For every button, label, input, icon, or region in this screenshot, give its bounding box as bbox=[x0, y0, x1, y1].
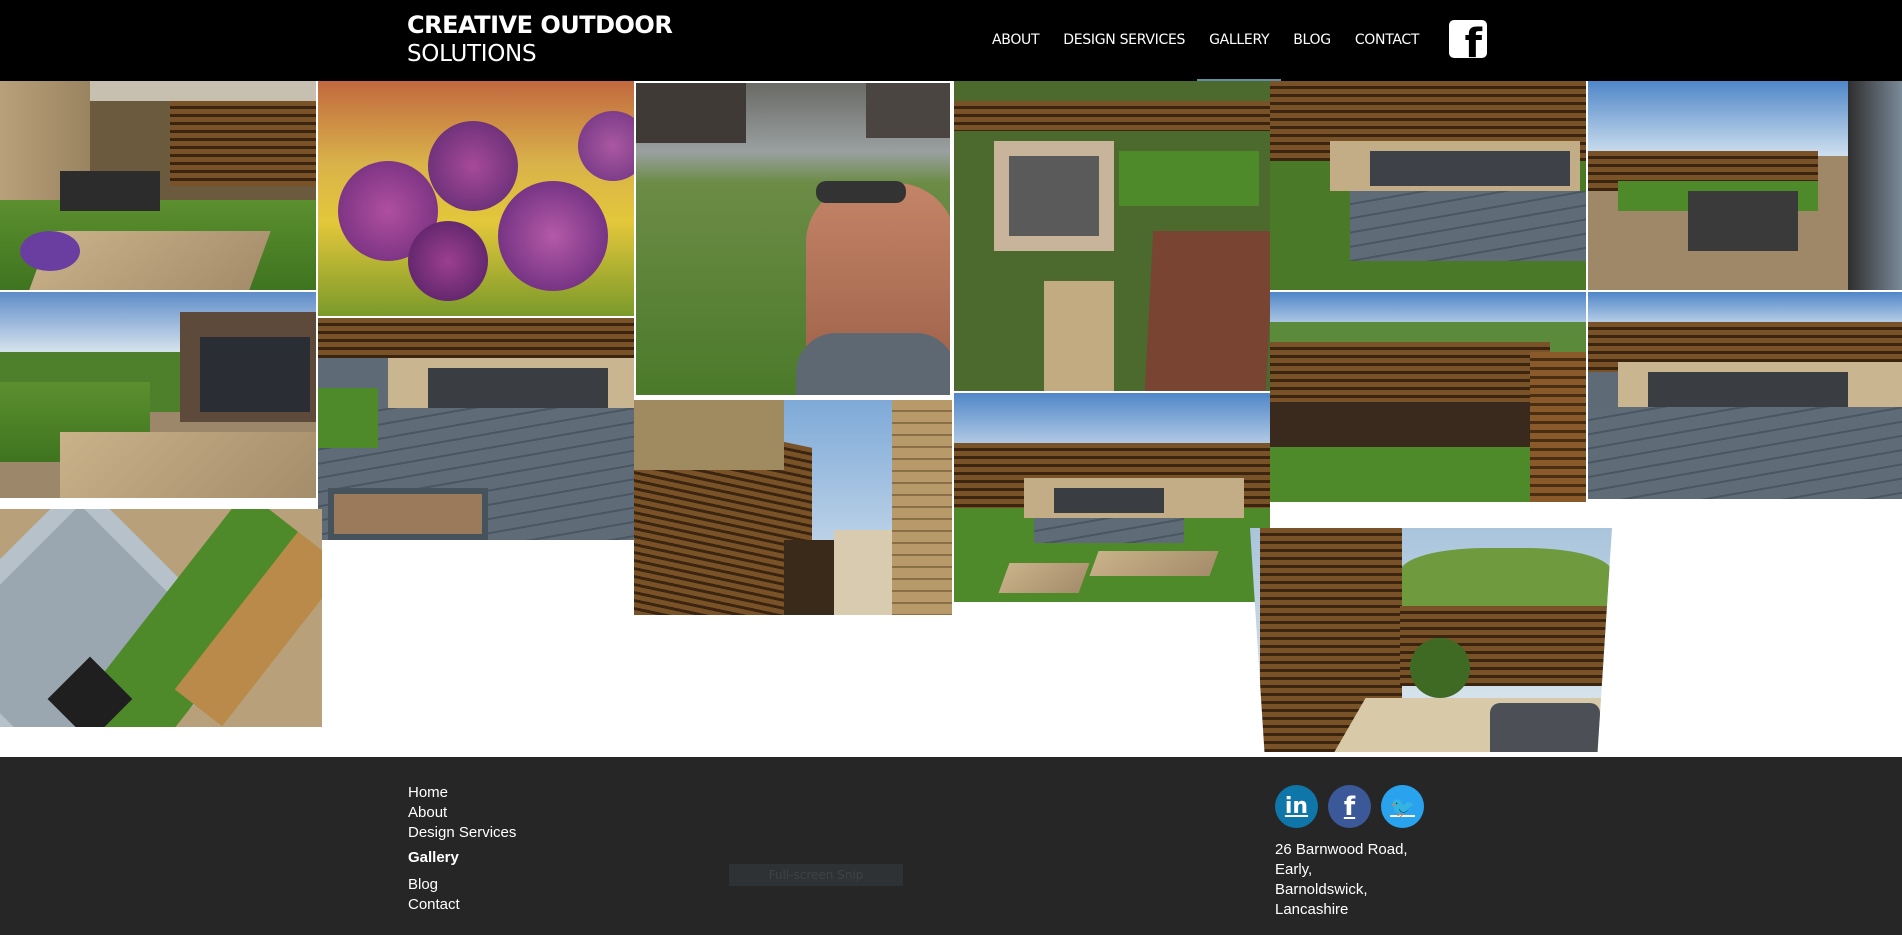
footer-link-blog[interactable]: Blog bbox=[408, 875, 516, 895]
site-footer: Home About Design Services Gallery Blog … bbox=[0, 757, 1902, 935]
gallery-photo[interactable] bbox=[1270, 292, 1586, 502]
address-line: Barnoldswick, bbox=[1275, 881, 1368, 898]
site-logo[interactable]: CREATIVE OUTDOOR SOLUTIONS bbox=[407, 11, 673, 69]
address-line: Early, bbox=[1275, 861, 1313, 878]
gallery-photo[interactable] bbox=[634, 81, 952, 397]
footer-link-gallery[interactable]: Gallery bbox=[408, 848, 516, 868]
footer-link-about[interactable]: About bbox=[408, 803, 516, 823]
linkedin-icon[interactable]: in bbox=[1275, 785, 1318, 828]
nav-about[interactable]: ABOUT bbox=[980, 0, 1051, 81]
gallery-photo[interactable] bbox=[0, 509, 322, 727]
footer-link-contact[interactable]: Contact bbox=[408, 895, 516, 915]
gallery-photo[interactable] bbox=[0, 81, 316, 290]
footer-link-home[interactable]: Home bbox=[408, 783, 516, 803]
nav-design-services[interactable]: DESIGN SERVICES bbox=[1051, 0, 1197, 81]
address-line: 26 Barnwood Road, bbox=[1275, 841, 1408, 858]
gallery-photo[interactable] bbox=[634, 400, 952, 615]
gallery-photo[interactable] bbox=[1250, 528, 1612, 752]
address: 26 Barnwood Road, Early, Barnoldswick, L… bbox=[1275, 840, 1408, 920]
full-screen-snip-overlay[interactable]: Full-screen Snip bbox=[729, 864, 903, 886]
photo-gallery bbox=[0, 0, 1902, 757]
facebook-icon[interactable]: f bbox=[1328, 785, 1371, 828]
gallery-photo[interactable] bbox=[1588, 81, 1902, 290]
logo-line-2: SOLUTIONS bbox=[407, 41, 537, 67]
address-line: Lancashire bbox=[1275, 901, 1349, 918]
nav-contact[interactable]: CONTACT bbox=[1343, 0, 1431, 81]
footer-nav: Home About Design Services Gallery Blog … bbox=[408, 783, 516, 915]
gallery-photo[interactable] bbox=[318, 81, 634, 316]
gallery-photo[interactable] bbox=[954, 81, 1270, 391]
gallery-photo[interactable] bbox=[954, 393, 1270, 602]
gallery-photo[interactable] bbox=[1270, 81, 1586, 290]
gallery-photo[interactable] bbox=[1588, 292, 1902, 499]
footer-link-design-services[interactable]: Design Services bbox=[408, 823, 516, 843]
social-links: in f 🐦 bbox=[1275, 785, 1424, 828]
twitter-icon[interactable]: 🐦 bbox=[1381, 785, 1424, 828]
logo-line-1: CREATIVE OUTDOOR bbox=[407, 11, 673, 39]
main-nav: ABOUT DESIGN SERVICES GALLERY BLOG CONTA… bbox=[980, 0, 1431, 81]
site-header: CREATIVE OUTDOOR SOLUTIONS ABOUT DESIGN … bbox=[0, 0, 1902, 81]
facebook-square-icon[interactable]: f bbox=[1449, 20, 1487, 58]
nav-blog[interactable]: BLOG bbox=[1281, 0, 1343, 81]
gallery-photo[interactable] bbox=[0, 292, 316, 498]
nav-gallery[interactable]: GALLERY bbox=[1197, 0, 1282, 81]
gallery-photo[interactable] bbox=[318, 318, 634, 540]
